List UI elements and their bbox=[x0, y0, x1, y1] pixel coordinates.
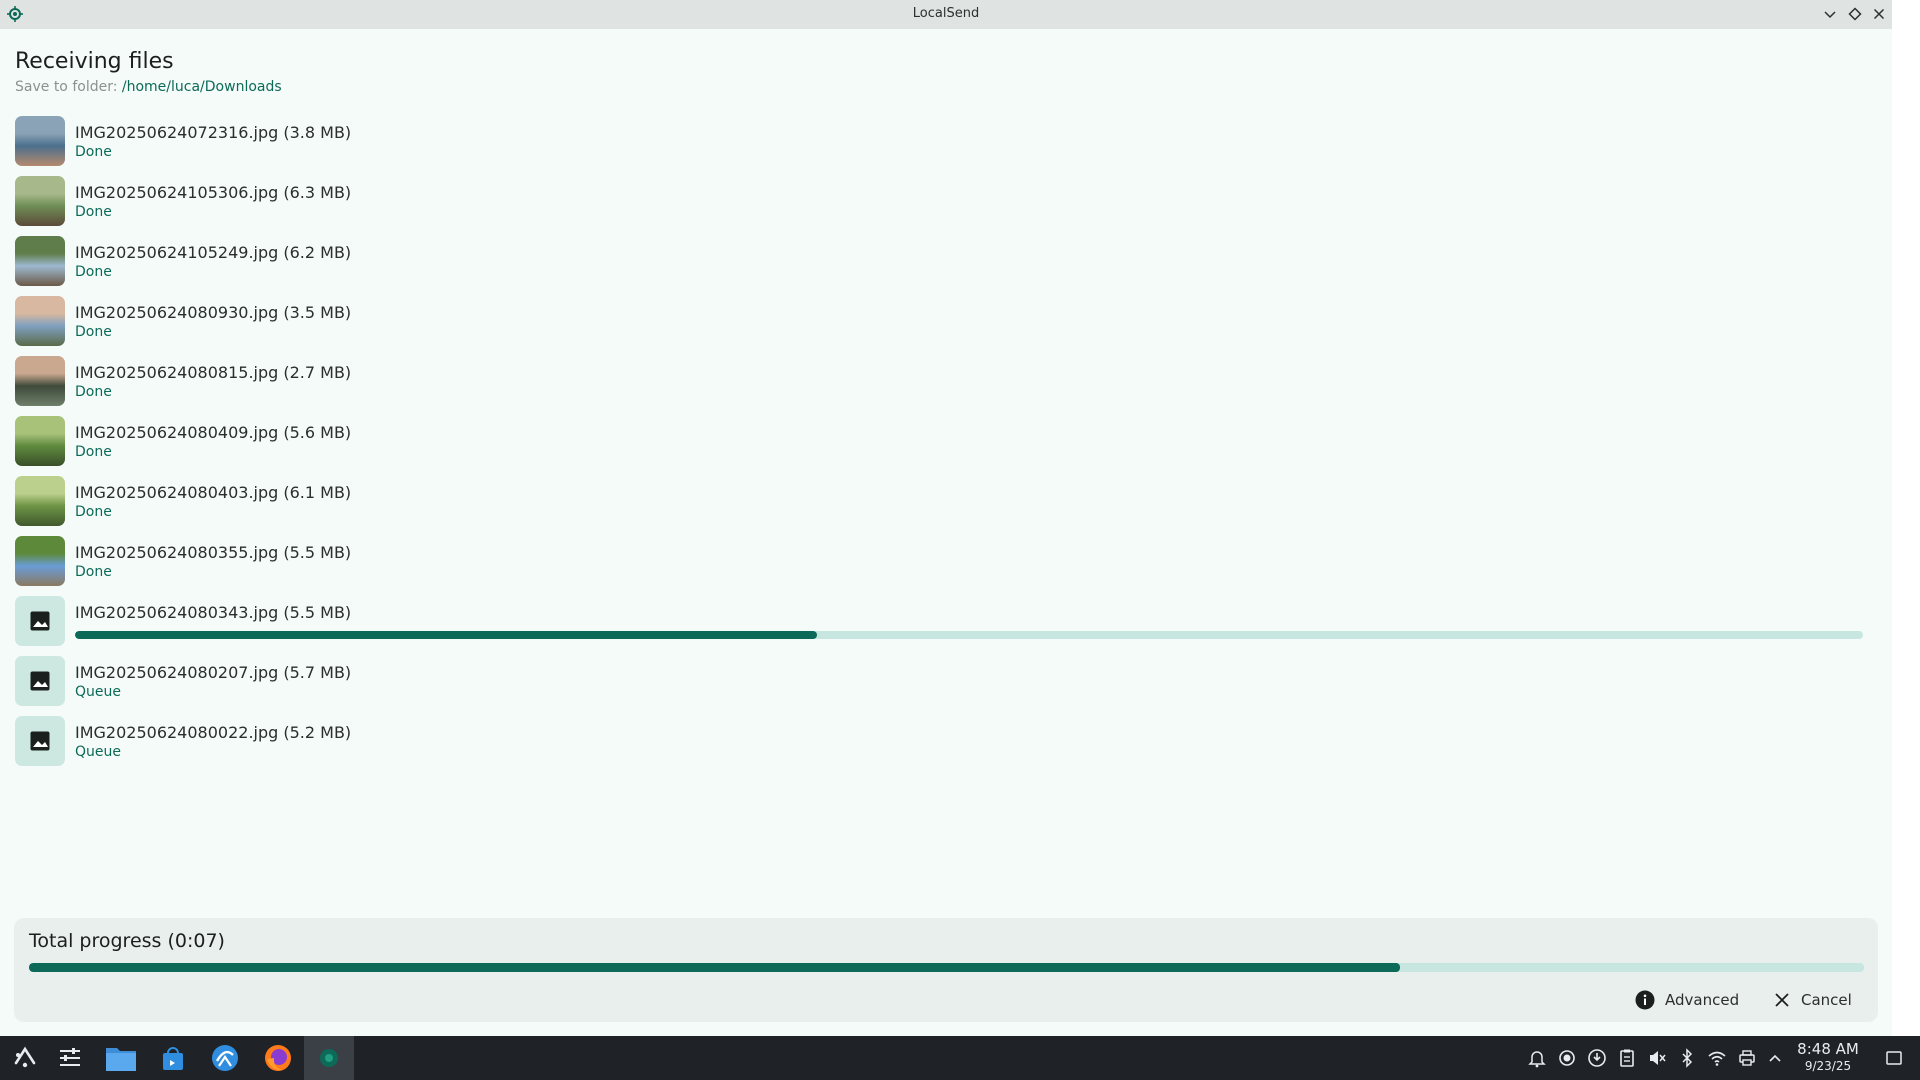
show-desktop-icon[interactable] bbox=[1884, 1048, 1904, 1068]
save-folder-path-link[interactable]: /home/luca/Downloads bbox=[122, 79, 282, 95]
system-settings-icon[interactable] bbox=[45, 1036, 95, 1080]
file-manager-icon[interactable] bbox=[96, 1036, 146, 1080]
file-status: Queue bbox=[75, 684, 121, 700]
cancel-button[interactable]: Cancel bbox=[1773, 985, 1852, 1015]
file-status: Done bbox=[75, 564, 112, 580]
desktop-background bbox=[1892, 0, 1920, 1036]
file-thumbnail bbox=[15, 116, 65, 166]
file-status: Done bbox=[75, 444, 112, 460]
file-thumbnail bbox=[15, 416, 65, 466]
software-store-icon[interactable] bbox=[148, 1036, 198, 1080]
file-name: IMG20250624080815.jpg (2.7 MB) bbox=[75, 363, 352, 382]
file-status: Done bbox=[75, 204, 112, 220]
app-indicator-icon[interactable] bbox=[1557, 1048, 1577, 1068]
file-row: IMG20250624080022.jpg (5.2 MB) Queue bbox=[15, 716, 1875, 776]
file-thumbnail bbox=[15, 176, 65, 226]
volume-muted-icon[interactable] bbox=[1647, 1048, 1667, 1068]
file-progress-bar bbox=[75, 631, 1863, 639]
file-row: IMG20250624080207.jpg (5.7 MB) Queue bbox=[15, 656, 1875, 716]
file-name: IMG20250624080207.jpg (5.7 MB) bbox=[75, 663, 352, 682]
close-icon[interactable] bbox=[1870, 5, 1888, 23]
printer-icon[interactable] bbox=[1737, 1048, 1757, 1068]
file-name: IMG20250624080355.jpg (5.5 MB) bbox=[75, 543, 352, 562]
file-row: IMG20250624080403.jpg (6.1 MB) Done bbox=[15, 476, 1875, 536]
file-name: IMG20250624072316.jpg (3.8 MB) bbox=[75, 123, 352, 142]
maximize-icon[interactable] bbox=[1846, 5, 1864, 23]
file-row: IMG20250624080930.jpg (3.5 MB) Done bbox=[15, 296, 1875, 356]
total-progress-bar bbox=[29, 963, 1864, 972]
advanced-button-label: Advanced bbox=[1665, 991, 1740, 1009]
file-row: IMG20250624080355.jpg (5.5 MB) Done bbox=[15, 536, 1875, 596]
file-row: IMG20250624072316.jpg (3.8 MB) Done bbox=[15, 116, 1875, 176]
file-name: IMG20250624105249.jpg (6.2 MB) bbox=[75, 243, 352, 262]
file-row: IMG20250624080815.jpg (2.7 MB) Done bbox=[15, 356, 1875, 416]
cancel-button-label: Cancel bbox=[1801, 991, 1852, 1009]
file-status: Queue bbox=[75, 744, 121, 760]
file-row: IMG20250624105306.jpg (6.3 MB) Done bbox=[15, 176, 1875, 236]
notifications-icon[interactable] bbox=[1527, 1048, 1547, 1068]
file-row: IMG20250624105249.jpg (6.2 MB) Done bbox=[15, 236, 1875, 296]
clock-date: 9/23/25 bbox=[1804, 1059, 1852, 1073]
cancel-x-icon bbox=[1775, 993, 1789, 1007]
application-launcher-icon[interactable] bbox=[0, 1036, 50, 1080]
window-title: LocalSend bbox=[912, 6, 980, 21]
file-thumbnail bbox=[15, 536, 65, 586]
save-folder-label: Save to folder: bbox=[15, 79, 118, 95]
bluetooth-icon[interactable] bbox=[1677, 1048, 1697, 1068]
localsend-window: LocalSend Receiving files Save to folder… bbox=[0, 0, 1892, 1036]
image-placeholder-icon bbox=[15, 596, 65, 646]
advanced-button[interactable]: Advanced bbox=[1635, 985, 1739, 1015]
file-status: Done bbox=[75, 324, 112, 340]
file-name: IMG20250624080930.jpg (3.5 MB) bbox=[75, 303, 352, 322]
total-progress-fill bbox=[29, 963, 1400, 972]
clock-time: 8:48 AM bbox=[1797, 1040, 1859, 1058]
file-list: IMG20250624072316.jpg (3.8 MB) Done IMG202… bbox=[15, 116, 1875, 776]
file-name: IMG20250624080343.jpg (5.5 MB) bbox=[75, 603, 352, 622]
wifi-icon[interactable] bbox=[1707, 1048, 1727, 1068]
info-icon bbox=[1635, 990, 1655, 1010]
file-thumbnail bbox=[15, 476, 65, 526]
image-placeholder-icon bbox=[15, 656, 65, 706]
file-name: IMG20250624105306.jpg (6.3 MB) bbox=[75, 183, 352, 202]
file-thumbnail bbox=[15, 296, 65, 346]
firefox-icon[interactable] bbox=[253, 1036, 303, 1080]
file-name: IMG20250624080022.jpg (5.2 MB) bbox=[75, 723, 352, 742]
save-folder-row: Save to folder: /home/luca/Downloads bbox=[15, 79, 282, 95]
image-placeholder-icon bbox=[15, 716, 65, 766]
file-row: IMG20250624080343.jpg (5.5 MB) bbox=[15, 596, 1875, 656]
title-bar: LocalSend bbox=[0, 0, 1892, 29]
taskbar: 8:48 AM 9/23/25 bbox=[0, 1036, 1920, 1080]
total-progress-panel: Total progress (0:07) Advanced Cancel bbox=[14, 918, 1878, 1022]
page-title: Receiving files bbox=[15, 49, 174, 74]
file-name: IMG20250624080409.jpg (5.6 MB) bbox=[75, 423, 352, 442]
file-status: Done bbox=[75, 504, 112, 520]
file-progress-fill bbox=[75, 631, 818, 639]
minimize-icon[interactable] bbox=[1821, 5, 1839, 23]
localsend-taskbar-icon[interactable] bbox=[304, 1036, 354, 1080]
clock[interactable]: 8:48 AM 9/23/25 bbox=[1784, 1040, 1872, 1074]
tray-expand-icon[interactable] bbox=[1765, 1048, 1785, 1068]
web-browser-icon[interactable] bbox=[200, 1036, 250, 1080]
updates-icon[interactable] bbox=[1587, 1048, 1607, 1068]
file-status: Done bbox=[75, 384, 112, 400]
file-status: Done bbox=[75, 144, 112, 160]
total-progress-label: Total progress (0:07) bbox=[29, 930, 225, 952]
clipboard-icon[interactable] bbox=[1617, 1048, 1637, 1068]
file-thumbnail bbox=[15, 236, 65, 286]
file-name: IMG20250624080403.jpg (6.1 MB) bbox=[75, 483, 352, 502]
file-thumbnail bbox=[15, 356, 65, 406]
file-row: IMG20250624080409.jpg (5.6 MB) Done bbox=[15, 416, 1875, 476]
file-status: Done bbox=[75, 264, 112, 280]
